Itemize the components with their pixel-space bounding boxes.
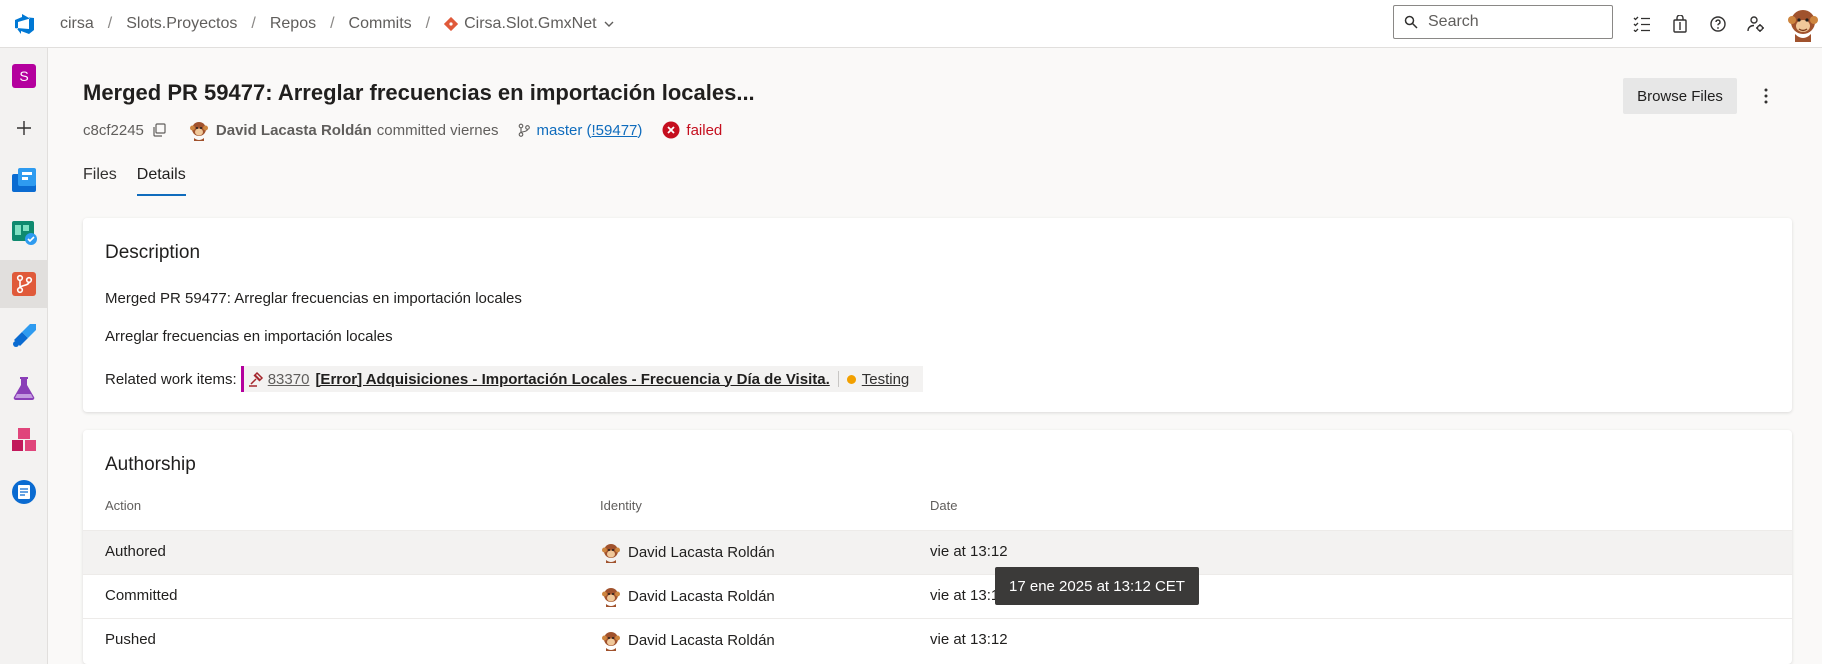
identity-name: David Lacasta Roldán bbox=[628, 587, 775, 605]
failed-status-icon bbox=[662, 121, 680, 139]
pr-open-paren: ( bbox=[582, 121, 592, 139]
bug-icon bbox=[248, 371, 264, 387]
artifacts-icon[interactable] bbox=[0, 416, 48, 464]
test-plans-icon[interactable] bbox=[0, 364, 48, 412]
tab-details[interactable]: Details bbox=[136, 166, 186, 196]
task-list-icon[interactable] bbox=[1630, 12, 1654, 36]
project-avatar[interactable]: S bbox=[0, 52, 48, 100]
identity-name: David Lacasta Roldán bbox=[628, 631, 775, 649]
authorship-card: Authorship Action Identity Date Authored… bbox=[83, 430, 1792, 664]
identity-avatar bbox=[602, 544, 620, 563]
authorship-heading: Authorship bbox=[105, 454, 196, 475]
column-header-identity: Identity bbox=[600, 498, 642, 513]
top-bar: cirsa / Slots.Proyectos / Repos / Commit… bbox=[0, 0, 1822, 48]
tab-bar: Files Details bbox=[83, 166, 186, 196]
add-icon[interactable] bbox=[0, 104, 48, 152]
divider bbox=[837, 371, 839, 387]
row-action: Pushed bbox=[105, 631, 156, 648]
branch-icon bbox=[517, 123, 531, 137]
search-placeholder: Search bbox=[1428, 13, 1479, 30]
work-item-title[interactable]: [Error] Adquisiciones - Importación Loca… bbox=[315, 371, 829, 388]
breadcrumb-separator: / bbox=[251, 14, 256, 32]
test-plans-check-icon[interactable] bbox=[0, 208, 48, 256]
commit-meta: c8cf2245 David Lacasta Roldán committed … bbox=[83, 118, 722, 142]
work-item-id[interactable]: 83370 bbox=[268, 371, 310, 388]
breadcrumb-separator: / bbox=[107, 14, 113, 32]
row-action: Committed bbox=[105, 587, 178, 604]
marketplace-bag-icon[interactable] bbox=[1668, 12, 1692, 36]
table-row[interactable]: Authored David Lacasta Roldán vie at 13:… bbox=[83, 530, 1792, 574]
description-line-1: Merged PR 59477: Arreglar frecuencias en… bbox=[105, 290, 522, 307]
table-row[interactable]: Pushed David Lacasta Roldán vie at 13:12 bbox=[83, 618, 1792, 662]
breadcrumb-org[interactable]: cirsa bbox=[48, 15, 104, 33]
breadcrumb-project[interactable]: Slots.Proyectos bbox=[116, 15, 247, 33]
pr-close-paren: ) bbox=[637, 121, 643, 139]
identity-avatar bbox=[602, 588, 620, 607]
description-line-2: Arreglar frecuencias en importación loca… bbox=[105, 328, 393, 345]
row-date[interactable]: vie at 13:12 bbox=[930, 543, 1008, 560]
related-work-items-label: Related work items: bbox=[105, 370, 237, 388]
browse-files-button[interactable]: Browse Files bbox=[1623, 78, 1737, 114]
row-identity[interactable]: David Lacasta Roldán bbox=[600, 585, 775, 607]
pipelines-icon[interactable] bbox=[0, 312, 48, 360]
search-icon bbox=[1404, 15, 1418, 29]
state-dot-icon bbox=[846, 374, 856, 384]
breadcrumb: cirsa / Slots.Proyectos / Repos / Commit… bbox=[48, 15, 625, 33]
related-work-items: Related work items: 83370 [Error] Adquis… bbox=[105, 366, 924, 392]
work-item-state[interactable]: Testing bbox=[862, 371, 910, 388]
wiki-icon[interactable] bbox=[0, 468, 48, 516]
description-card: Description Merged PR 59477: Arreglar fr… bbox=[83, 218, 1792, 412]
breadcrumb-separator: / bbox=[330, 14, 335, 32]
tab-files[interactable]: Files bbox=[83, 166, 117, 196]
repo-name: Cirsa.Slot.GmxNet bbox=[464, 14, 597, 32]
build-status[interactable]: failed bbox=[686, 122, 722, 139]
chevron-down-icon bbox=[604, 21, 614, 27]
date-tooltip: 17 ene 2025 at 13:12 CET bbox=[995, 567, 1199, 605]
pull-request-link[interactable]: !59477 bbox=[592, 122, 638, 139]
help-icon[interactable] bbox=[1706, 12, 1730, 36]
more-actions-icon[interactable] bbox=[1754, 82, 1778, 110]
repo-selector[interactable]: Cirsa.Slot.GmxNet bbox=[434, 15, 624, 33]
git-repo-icon bbox=[444, 16, 459, 31]
user-avatar[interactable] bbox=[1784, 4, 1822, 44]
breadcrumb-repos[interactable]: Repos bbox=[260, 15, 326, 33]
commit-author[interactable]: David Lacasta Roldán bbox=[216, 122, 372, 139]
search-box[interactable]: Search bbox=[1393, 5, 1613, 39]
commit-title: Merged PR 59477: Arreglar frecuencias en… bbox=[83, 80, 755, 105]
repos-icon[interactable] bbox=[0, 260, 48, 308]
work-item-pill[interactable]: 83370 [Error] Adquisiciones - Importació… bbox=[240, 366, 924, 392]
row-date[interactable]: vie at 13:1 bbox=[930, 587, 999, 604]
committed-text: committed viernes bbox=[376, 121, 499, 139]
branch-link[interactable]: master bbox=[537, 122, 583, 139]
row-identity[interactable]: David Lacasta Roldán bbox=[600, 541, 775, 563]
project-initial: S bbox=[12, 64, 36, 88]
breadcrumb-commits[interactable]: Commits bbox=[339, 15, 422, 33]
table-row[interactable]: Committed David Lacasta Roldán vie at 13… bbox=[83, 574, 1792, 618]
top-bar-actions bbox=[1630, 0, 1768, 48]
copy-icon[interactable] bbox=[152, 123, 166, 137]
column-header-date: Date bbox=[930, 498, 958, 513]
row-date[interactable]: vie at 13:12 bbox=[930, 631, 1008, 648]
user-settings-icon[interactable] bbox=[1744, 12, 1768, 36]
column-header-action: Action bbox=[105, 498, 142, 513]
row-action: Authored bbox=[105, 543, 166, 560]
identity-avatar bbox=[602, 632, 620, 651]
left-navigation: S bbox=[0, 48, 48, 664]
commit-hash[interactable]: c8cf2245 bbox=[83, 122, 144, 139]
azure-devops-logo-icon[interactable] bbox=[0, 0, 48, 48]
description-heading: Description bbox=[105, 242, 201, 263]
author-avatar bbox=[188, 119, 210, 141]
row-identity[interactable]: David Lacasta Roldán bbox=[600, 629, 775, 651]
boards-icon[interactable] bbox=[0, 156, 48, 204]
breadcrumb-separator: / bbox=[425, 14, 431, 32]
identity-name: David Lacasta Roldán bbox=[628, 543, 775, 561]
